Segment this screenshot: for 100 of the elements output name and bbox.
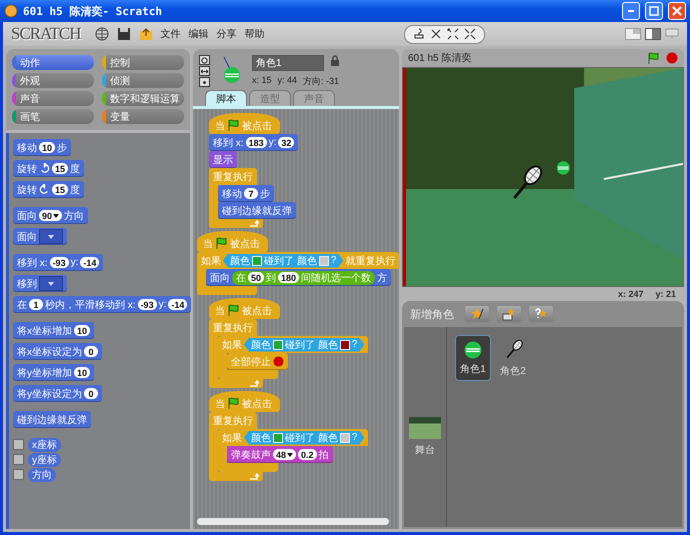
category-button[interactable]: 变量 xyxy=(102,109,184,124)
block-label: 颜色 xyxy=(251,338,271,352)
number-input[interactable]: 0 xyxy=(84,388,98,399)
block-label: 重复执行 xyxy=(213,414,253,428)
stack-block[interactable]: 移动 10 步 xyxy=(13,139,72,156)
number-input[interactable]: 183 xyxy=(246,137,267,148)
reporter-block[interactable]: x座标 xyxy=(28,438,61,452)
stack-block[interactable]: 弹奏鼓声 48 0.2 拍 xyxy=(227,446,333,463)
number-input[interactable]: -93 xyxy=(138,299,157,310)
block-label: 当 xyxy=(203,238,213,250)
stack-block[interactable]: 移到 x: 183 y: 32 xyxy=(209,134,298,151)
sprite-tile[interactable]: 角色1 xyxy=(455,335,491,381)
window-title: 601 h5 陈清奕- Scratch xyxy=(23,4,163,18)
category-button[interactable]: 侦测 xyxy=(102,73,184,88)
block-label: 面向 xyxy=(17,230,37,244)
block-label: 弹奏鼓声 xyxy=(231,448,271,462)
sprite-name-field[interactable]: 角色1 xyxy=(252,55,324,71)
number-input[interactable]: 32 xyxy=(278,137,294,148)
block-label: ? xyxy=(352,432,358,443)
stack-block[interactable]: 碰到边缘就反弹 xyxy=(13,411,91,428)
number-input[interactable]: 10 xyxy=(39,142,56,153)
app-logo: SCRATCH xyxy=(11,24,81,44)
block-label: 如果 xyxy=(222,432,242,444)
number-input[interactable]: 1 xyxy=(29,299,43,310)
menu-item[interactable]: 编辑 xyxy=(188,27,209,41)
block-label: 旋转 xyxy=(17,184,37,196)
stack-block[interactable]: 在 1 秒内，平滑移动到 x: -93 y: -14 xyxy=(13,296,192,313)
number-input[interactable]: 10 xyxy=(74,325,90,336)
block-label: 显示 xyxy=(213,154,233,166)
block-label: 步 xyxy=(57,142,68,154)
dropdown-input[interactable]: 90 xyxy=(39,210,62,221)
block-label: 如果 xyxy=(222,338,242,352)
number-input[interactable]: -14 xyxy=(80,257,100,268)
number-input[interactable]: 7 xyxy=(244,188,258,199)
category-button[interactable]: 外观 xyxy=(12,73,94,88)
block-label: 被点击 xyxy=(242,304,272,318)
block-label: 度 xyxy=(70,184,80,196)
block-label: x座标 xyxy=(32,438,57,452)
block-label: 步 xyxy=(260,188,270,200)
tab[interactable]: 脚本 xyxy=(205,90,247,106)
stack-block[interactable]: 将y坐标设定为 0 xyxy=(13,385,102,402)
block-label: 移到 x: xyxy=(213,136,244,150)
menu-item[interactable]: 分享 xyxy=(216,27,237,41)
number-input[interactable]: -93 xyxy=(50,257,69,268)
block-label: 就重复执行 xyxy=(345,254,396,268)
number-input[interactable]: 15 xyxy=(52,163,68,174)
stack-block[interactable]: 旋转 15 度 xyxy=(13,160,84,177)
number-input[interactable]: -14 xyxy=(168,299,188,310)
block-label: 颜色 xyxy=(230,254,250,268)
stack-block[interactable]: 面向 在 50 到 180 间随机选一个数 方 xyxy=(206,269,392,286)
stack-block[interactable]: 将x坐标增加 10 xyxy=(13,322,94,339)
category-button[interactable]: 控制 xyxy=(102,55,184,70)
menu-item[interactable]: 文件 xyxy=(160,27,181,41)
category-button[interactable]: 动作 xyxy=(12,55,94,70)
stack-block[interactable]: 将x坐标设定为 0 xyxy=(13,343,102,360)
stack-block[interactable]: 旋转 15 度 xyxy=(13,181,84,198)
reporter-block[interactable]: 方向 xyxy=(28,468,56,482)
block-label: y: xyxy=(268,137,276,148)
number-input[interactable]: 10 xyxy=(74,367,90,378)
stack-block[interactable]: 移动 7 步 xyxy=(218,185,274,202)
sprite-name: 角色2 xyxy=(500,364,526,378)
number-input[interactable]: 0.2 xyxy=(298,449,317,460)
stack-block[interactable]: 面向 xyxy=(13,228,67,245)
number-input[interactable]: 180 xyxy=(278,272,300,283)
block-label: ? xyxy=(352,339,358,350)
sprite-x: x: 15 xyxy=(252,75,272,85)
stack-block[interactable]: 将y坐标增加 10 xyxy=(13,364,94,381)
block-label: 移到 xyxy=(17,278,37,290)
sprite-name: 角色1 xyxy=(460,362,486,376)
stack-block[interactable]: 面向 90 方向 xyxy=(13,207,88,224)
block-label: 方向 xyxy=(64,210,84,222)
category-button[interactable]: 声音 xyxy=(12,91,94,106)
block-label: 重复执行 xyxy=(213,170,253,184)
block-label: 碰到了 颜色 xyxy=(285,432,338,444)
number-input[interactable]: 50 xyxy=(248,272,264,283)
sprite-y: y: 44 xyxy=(278,75,298,85)
block-label: 秒内，平滑移动到 x: xyxy=(45,298,136,312)
new-sprite-label: 新增角色 xyxy=(410,308,454,322)
reporter-block[interactable]: 在 50 到 180 间随机选一个数 xyxy=(232,270,376,284)
number-input[interactable]: 0 xyxy=(84,346,98,357)
block-label: 碰到边缘就反弹 xyxy=(17,414,87,426)
reporter-block[interactable]: y座标 xyxy=(28,452,61,466)
category-button[interactable]: 数字和逻辑运算 xyxy=(102,91,184,106)
sprite-tile[interactable]: 角色2 xyxy=(495,335,531,381)
mouse-x-readout: x: 247 xyxy=(618,289,644,299)
menu-item[interactable]: 帮助 xyxy=(244,27,265,41)
block-label: 移到 x: xyxy=(17,256,48,270)
stack-block[interactable]: 显示 xyxy=(209,151,237,168)
block-label: 颜色 xyxy=(251,432,271,444)
block-label: 移动 xyxy=(222,188,242,200)
dropdown-input[interactable]: 48 xyxy=(273,449,296,460)
number-input[interactable]: 15 xyxy=(52,184,68,195)
stack-block[interactable]: 碰到边缘就反弹 xyxy=(218,202,296,219)
block-label: 被点击 xyxy=(242,398,272,410)
stack-block[interactable]: 移到 xyxy=(13,275,67,292)
stage-label: 舞台 xyxy=(415,444,435,457)
block-label: y: xyxy=(70,257,78,268)
block-label: 方 xyxy=(377,272,388,284)
category-button[interactable]: 画笔 xyxy=(12,109,94,124)
stack-block[interactable]: 移到 x: -93 y: -14 xyxy=(13,254,104,271)
